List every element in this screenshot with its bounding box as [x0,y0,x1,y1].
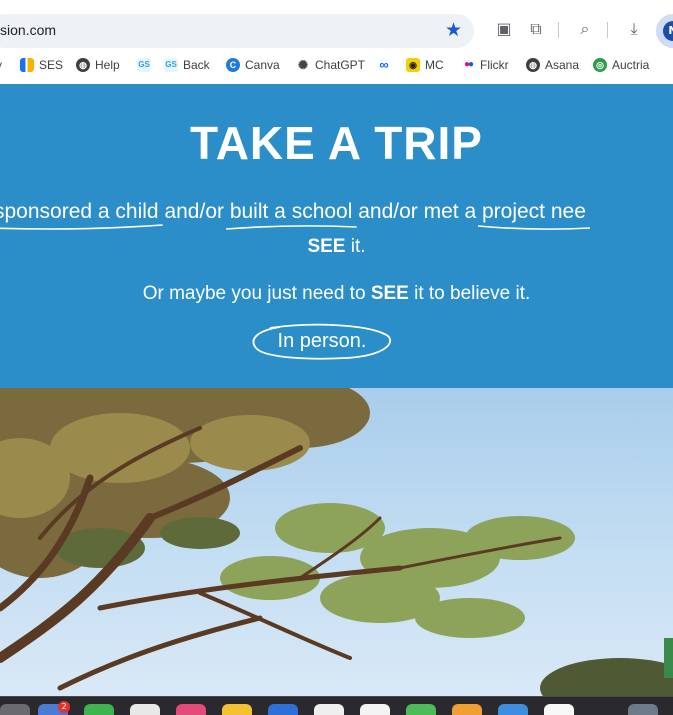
extension-icon[interactable]: ▣ [493,18,515,40]
hand-underline-icon [477,225,590,230]
project-needs-link[interactable]: project nee [477,200,590,230]
acacia-tree-illustration [0,388,673,696]
puzzle-extensions-icon[interactable]: ⧉ [525,18,547,40]
toolbar-divider [558,22,559,38]
tree-photo [0,388,673,696]
hero-line-3: Or maybe you just need to SEE it to beli… [142,283,531,304]
browser-toolbar: sion.com ★ ▣ ⧉ ⌕ ⤓ N y SES ◍ Help GS GS … [0,0,673,84]
connector-text: and/or [158,200,230,223]
mailchimp-icon: ◉ [406,58,420,72]
url-text[interactable]: sion.com [0,22,56,38]
canva-icon: C [226,58,240,72]
dock-app-icon[interactable] [0,704,30,715]
bookmark-ses[interactable]: SES [20,58,63,72]
flickr-icon: ●● [461,58,475,72]
connector-text: and/or met a [352,200,482,223]
dock-app-icon[interactable] [314,704,344,715]
gs-icon: GS [164,58,178,72]
bookmark-chatgpt[interactable]: ✺ ChatGPT [296,58,365,72]
bookmark-star-icon[interactable]: ★ [445,19,462,41]
auctria-icon: ◎ [593,58,607,72]
hero-line-2: SEE it. [307,236,366,257]
built-school-link[interactable]: built a school [225,200,357,230]
hand-underline-icon [0,224,163,230]
notification-badge: 2 [58,701,70,713]
bookmark-mc[interactable]: ◉ MC [406,58,444,72]
bookmark-canva[interactable]: C Canva [226,58,280,72]
hero-section: TAKE A TRIP sponsored a child and/or bui… [0,84,673,388]
dock-app-icon[interactable] [130,704,160,715]
profile-avatar[interactable]: N [656,14,673,48]
bookmark-partial[interactable]: y [0,58,2,72]
sponsored-child-link[interactable]: sponsored a child [0,200,163,230]
bookmark-help[interactable]: ◍ Help [76,58,120,72]
download-icon[interactable]: ⤓ [623,18,645,40]
dock-app-icon[interactable] [84,704,114,715]
bookmark-back[interactable]: GS Back [164,58,210,72]
dock-app-icon[interactable] [498,704,528,715]
dock-app-icon[interactable] [222,704,252,715]
bookmark-asana[interactable]: ◍ Asana [526,58,579,72]
in-person-link[interactable]: In person. [252,323,391,360]
toolbar-divider [607,22,608,38]
dock-app-icon[interactable] [176,704,206,715]
hero-line-1: sponsored a child and/or built a school … [0,200,590,230]
macos-dock: 2 [0,696,673,715]
dock-app-icon[interactable] [544,704,574,715]
dock-app-icon[interactable] [360,704,390,715]
globe-icon: ◍ [76,58,90,72]
address-bar[interactable]: sion.com ★ [0,14,474,48]
bookmark-meta[interactable]: ∞ [377,58,396,72]
dock-app-icon[interactable] [452,704,482,715]
dock-app-icon[interactable] [406,704,436,715]
dock-app-icon[interactable] [628,704,658,715]
profile-initial: N [663,21,673,41]
meta-icon: ∞ [377,58,391,72]
bookmarks-bar: y SES ◍ Help GS GS Back C Canva ✺ ChatGP… [0,52,673,80]
in-person-label: In person. [277,330,367,352]
globe-icon: ◍ [526,58,540,72]
gs-icon: GS [137,58,151,72]
bookmark-auctria[interactable]: ◎ Auctria [593,58,649,72]
bookmark-flickr[interactable]: ●● Flickr [461,58,509,72]
chatgpt-icon: ✺ [296,58,310,72]
dock-app-icon[interactable] [268,704,298,715]
hand-underline-icon [225,225,357,230]
bookmark-gs[interactable]: GS [137,58,156,72]
reader-mode-icon[interactable]: ⌕ [574,18,596,40]
page-title: TAKE A TRIP [190,117,483,169]
ses-bars-icon [20,58,34,72]
